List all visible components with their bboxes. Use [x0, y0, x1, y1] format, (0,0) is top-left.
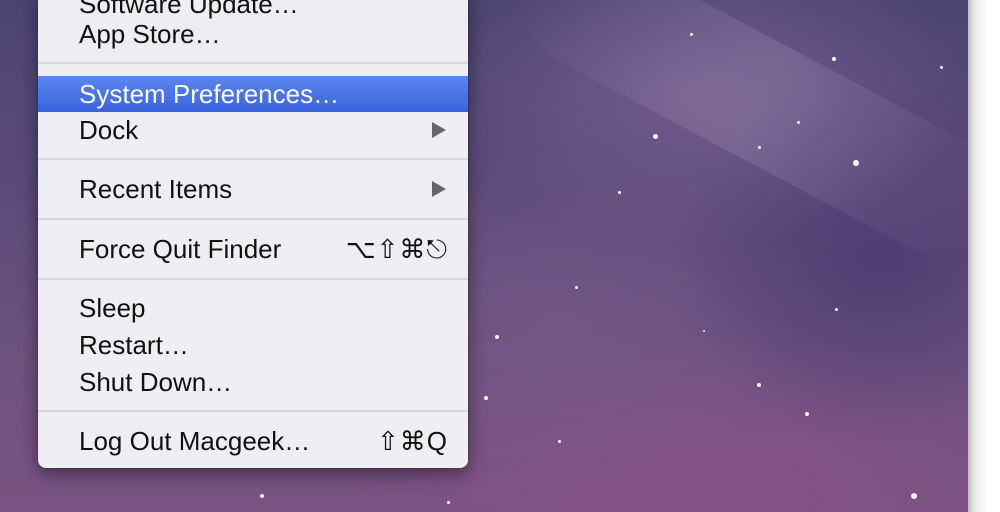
wallpaper-star [447, 501, 450, 504]
wallpaper-star [835, 308, 838, 311]
apple-menu: Software Update… App Store… System Prefe… [38, 0, 468, 468]
menu-item-system-preferences[interactable]: System Preferences… [38, 76, 468, 112]
menu-item-label: Dock [79, 115, 139, 145]
wallpaper-star [940, 66, 943, 69]
menu-separator [38, 218, 468, 220]
wallpaper-star [805, 412, 809, 416]
wallpaper-star [853, 160, 859, 166]
wallpaper-star [757, 383, 761, 387]
wallpaper-star [618, 191, 621, 194]
wallpaper-light-streak [502, 0, 968, 276]
window-right-edge [968, 0, 1000, 512]
wallpaper-star [495, 335, 499, 339]
menu-item-app-store[interactable]: App Store… [38, 16, 468, 52]
wallpaper-star [484, 396, 488, 400]
wallpaper-star [575, 286, 578, 289]
menu-item-label: Restart… [79, 330, 189, 360]
menu-separator [38, 158, 468, 160]
menu-item-label: Sleep [79, 293, 146, 323]
menu-item-force-quit[interactable]: Force Quit Finder ⌥⇧⌘⎋ [38, 231, 468, 267]
submenu-arrow-icon [432, 122, 446, 138]
menu-item-label: Force Quit Finder [79, 234, 282, 264]
wallpaper-star [758, 146, 761, 149]
menu-item-label: Shut Down… [79, 367, 233, 397]
wallpaper-star [832, 57, 836, 61]
menu-item-log-out[interactable]: Log Out Macgeek… ⇧⌘Q [38, 423, 468, 459]
wallpaper-star [558, 440, 561, 443]
menu-item-sleep[interactable]: Sleep [38, 290, 468, 326]
menu-separator [38, 62, 468, 64]
menu-item-label: App Store… [79, 19, 221, 49]
menu-item-shut-down[interactable]: Shut Down… [38, 364, 468, 400]
menu-item-label: Recent Items [79, 174, 233, 204]
wallpaper-star [690, 33, 693, 36]
menu-item-label: System Preferences… [79, 79, 340, 109]
menu-separator [38, 410, 468, 412]
menu-item-restart[interactable]: Restart… [38, 327, 468, 363]
menu-separator [38, 278, 468, 280]
wallpaper-star [911, 493, 917, 499]
wallpaper-star [703, 330, 705, 332]
wallpaper-star [797, 121, 800, 124]
keyboard-shortcut: ⌥⇧⌘⎋ [345, 234, 448, 264]
keyboard-shortcut: ⇧⌘Q [376, 426, 448, 456]
menu-item-recent-items[interactable]: Recent Items [38, 171, 468, 207]
wallpaper-star [653, 134, 658, 139]
wallpaper-star [260, 494, 264, 498]
menu-item-dock[interactable]: Dock [38, 112, 468, 148]
menu-item-label: Log Out Macgeek… [79, 426, 311, 456]
submenu-arrow-icon [432, 181, 446, 197]
